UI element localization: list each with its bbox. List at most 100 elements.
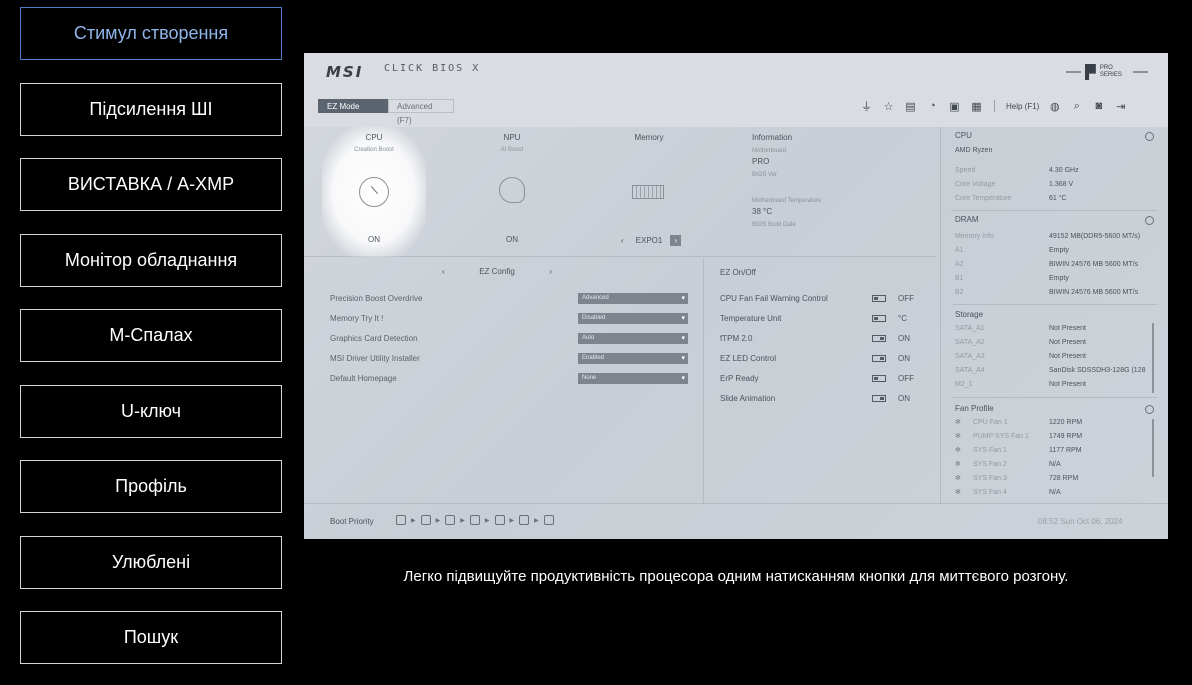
info-key: SYS Fan 4 bbox=[973, 489, 1007, 496]
fan-icon: ✻ bbox=[955, 433, 961, 440]
menu-item-hardware-monitor[interactable]: Монітор обладнання bbox=[20, 233, 282, 287]
favorite-star-icon[interactable]: ☆ bbox=[882, 100, 895, 113]
exit-icon[interactable]: ⇥ bbox=[1114, 100, 1127, 113]
onoff-label: CPU Fan Fail Warning Control bbox=[720, 293, 828, 303]
cfg-label: Precision Boost Overdrive bbox=[330, 293, 423, 303]
cpu-boost-card[interactable]: CPU Creation Boost ON bbox=[319, 133, 429, 244]
expo-next-arrow-icon[interactable]: › bbox=[670, 235, 682, 246]
info-value: N/A bbox=[1049, 461, 1061, 468]
cfg-dropdown[interactable]: None bbox=[578, 372, 688, 384]
speedometer-icon bbox=[359, 177, 389, 207]
cpu-section-title: CPU bbox=[955, 131, 972, 140]
info-key: Memory Info bbox=[955, 233, 994, 240]
usb-icon[interactable]: ⏚ bbox=[860, 100, 873, 113]
boot-device-icon[interactable] bbox=[519, 515, 530, 525]
info-row: M2_1 Not Present bbox=[955, 381, 1155, 391]
info-row: SATA_A2 Not Present bbox=[955, 339, 1155, 349]
toggle-switch[interactable] bbox=[872, 394, 886, 402]
expo-prev-arrow-icon[interactable]: ‹ bbox=[617, 235, 628, 246]
pro-series-label: PRO SERIES bbox=[1099, 65, 1122, 78]
info-value: 4.30 GHz bbox=[1049, 167, 1079, 174]
expo-selector: ‹ EXPO1 › bbox=[594, 235, 704, 246]
dram-section-title: DRAM bbox=[955, 215, 979, 224]
cpu-chip-icon[interactable]: ▦ bbox=[970, 100, 983, 113]
system-info-panel: CPU AMD Ryzen Speed 4.30 GHz Core Voltage… bbox=[940, 127, 1168, 503]
screenshot-camera-icon[interactable]: ◙ bbox=[1092, 100, 1105, 113]
boot-device-icon[interactable] bbox=[494, 515, 505, 525]
toggle-switch[interactable] bbox=[872, 374, 886, 382]
menu-item-profile[interactable]: Профіль bbox=[20, 460, 282, 513]
cfg-dropdown[interactable]: Auto bbox=[578, 332, 688, 344]
info-key: CPU Fan 1 bbox=[973, 419, 1008, 426]
boot-device-icon[interactable] bbox=[445, 515, 456, 525]
toggle-switch[interactable] bbox=[872, 354, 886, 362]
menu-item-ai-boost[interactable]: Підсилення ШІ bbox=[20, 82, 282, 136]
cfg-dropdown[interactable]: Advanced bbox=[578, 292, 688, 304]
cfg-dropdown[interactable]: Enabled bbox=[578, 352, 688, 364]
info-value: Empty bbox=[1049, 247, 1069, 254]
gear-icon[interactable] bbox=[1145, 216, 1154, 225]
onoff-state: °C bbox=[898, 313, 907, 323]
date-time-display: 08:52 Sun Oct 06, 2024 bbox=[1038, 517, 1123, 526]
search-icon[interactable]: ⌕ bbox=[1070, 100, 1083, 113]
menu-item-m-flash[interactable]: M-Спалах bbox=[20, 309, 282, 362]
cfg-dropdown[interactable]: Disabled bbox=[578, 312, 688, 324]
menu-item-expo-axmp[interactable]: ВИСТАВКА / A-XMP bbox=[20, 158, 282, 211]
gear-icon[interactable] bbox=[1145, 405, 1154, 414]
cfg-label: Graphics Card Detection bbox=[330, 333, 418, 343]
bios-version-label: BIOS Ver bbox=[752, 172, 778, 178]
boot-device-icon[interactable] bbox=[543, 515, 554, 525]
fan-icon: ✻ bbox=[955, 419, 961, 426]
info-row: ✻ SYS Fan 3 728 RPM bbox=[955, 475, 1155, 485]
info-value: 1.368 V bbox=[1049, 181, 1074, 188]
expo-profile-value: EXPO1 bbox=[635, 236, 663, 245]
npu-boost-card[interactable]: NPU AI Boost ON bbox=[457, 133, 567, 244]
info-value: 1220 RPM bbox=[1049, 419, 1083, 426]
menu-item-favorites[interactable]: Улюблені bbox=[20, 535, 282, 589]
memory-card-caption: Memory bbox=[634, 133, 664, 142]
info-key: SYS Fan 1 bbox=[973, 447, 1007, 454]
info-row: SATA_A1 Not Present bbox=[955, 325, 1155, 335]
info-value: Not Present bbox=[1049, 353, 1086, 360]
tab-ez-mode[interactable]: EZ Mode bbox=[318, 99, 388, 113]
cfg-row: Precision Boost Overdrive Advanced bbox=[330, 292, 688, 304]
fan-icon: ✻ bbox=[955, 475, 961, 482]
help-button[interactable]: Help (F1) bbox=[1006, 102, 1039, 111]
section-divider bbox=[951, 397, 1157, 398]
memory-card[interactable]: Memory ‹ EXPO1 › bbox=[594, 133, 704, 246]
info-row: SATA_A4 SanDisk SDSSDH3-128G (128 bbox=[955, 367, 1155, 377]
boot-arrow-icon: ▶ bbox=[484, 517, 490, 524]
tab-advanced[interactable]: Advanced (F7) bbox=[388, 99, 454, 125]
monitor-gauge-icon[interactable]: ◔ bbox=[926, 100, 939, 113]
gear-icon[interactable] bbox=[1145, 132, 1154, 141]
toggle-switch[interactable] bbox=[872, 314, 886, 322]
onoff-label: EZ LED Control bbox=[720, 353, 777, 363]
menu-item-creation-boost[interactable]: Стимул створення bbox=[20, 7, 282, 60]
info-row: ✻ PUMP SYS Fan 1 1749 RPM bbox=[955, 433, 1155, 443]
storage-scrollbar[interactable] bbox=[1152, 323, 1154, 393]
flash-icon[interactable]: ▣ bbox=[948, 100, 961, 113]
boot-device-icon[interactable] bbox=[420, 515, 431, 525]
document-icon[interactable]: ▤ bbox=[904, 100, 917, 113]
ez-config-prev-icon[interactable]: ‹ bbox=[442, 267, 445, 276]
fan-scrollbar[interactable] bbox=[1152, 419, 1154, 477]
info-row: A1 Empty bbox=[955, 247, 1155, 257]
onoff-row: Temperature Unit °C bbox=[720, 312, 920, 324]
boot-device-icon[interactable] bbox=[469, 515, 480, 525]
menu-item-search[interactable]: Пошук bbox=[20, 611, 282, 664]
menu-item-u-key[interactable]: U-ключ bbox=[20, 384, 282, 438]
ez-config-next-icon[interactable]: › bbox=[549, 267, 552, 276]
info-value: BIWIN 24576 MB 5600 MT/s bbox=[1049, 261, 1139, 268]
msi-logo: MSI bbox=[326, 63, 364, 81]
toggle-switch[interactable] bbox=[872, 294, 886, 302]
section-divider bbox=[951, 210, 1157, 211]
info-key: SYS Fan 3 bbox=[973, 475, 1007, 482]
toggle-switch[interactable] bbox=[872, 334, 886, 342]
boot-arrow-icon: ▶ bbox=[460, 517, 465, 524]
info-key: SATA_A2 bbox=[955, 339, 985, 346]
boot-device-icon[interactable] bbox=[396, 515, 406, 525]
pro-series-badge: PRO SERIES bbox=[1066, 61, 1148, 83]
info-key: SATA_A1 bbox=[955, 325, 985, 332]
pro-series-logo-icon bbox=[1084, 64, 1096, 80]
language-globe-icon[interactable]: ◍ bbox=[1048, 100, 1061, 113]
